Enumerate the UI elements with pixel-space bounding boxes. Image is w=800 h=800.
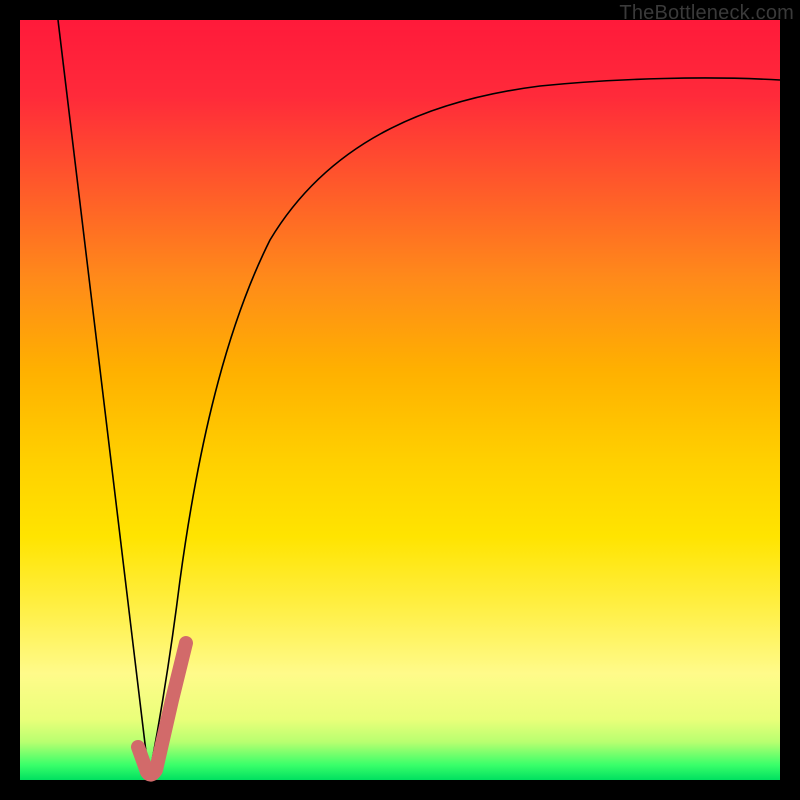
curve-left-descent xyxy=(58,20,149,777)
plot-area xyxy=(20,20,780,780)
chart-frame: TheBottleneck.com xyxy=(0,0,800,800)
watermark-text: TheBottleneck.com xyxy=(619,2,794,25)
curve-right xyxy=(149,78,780,777)
chart-svg xyxy=(20,20,780,780)
